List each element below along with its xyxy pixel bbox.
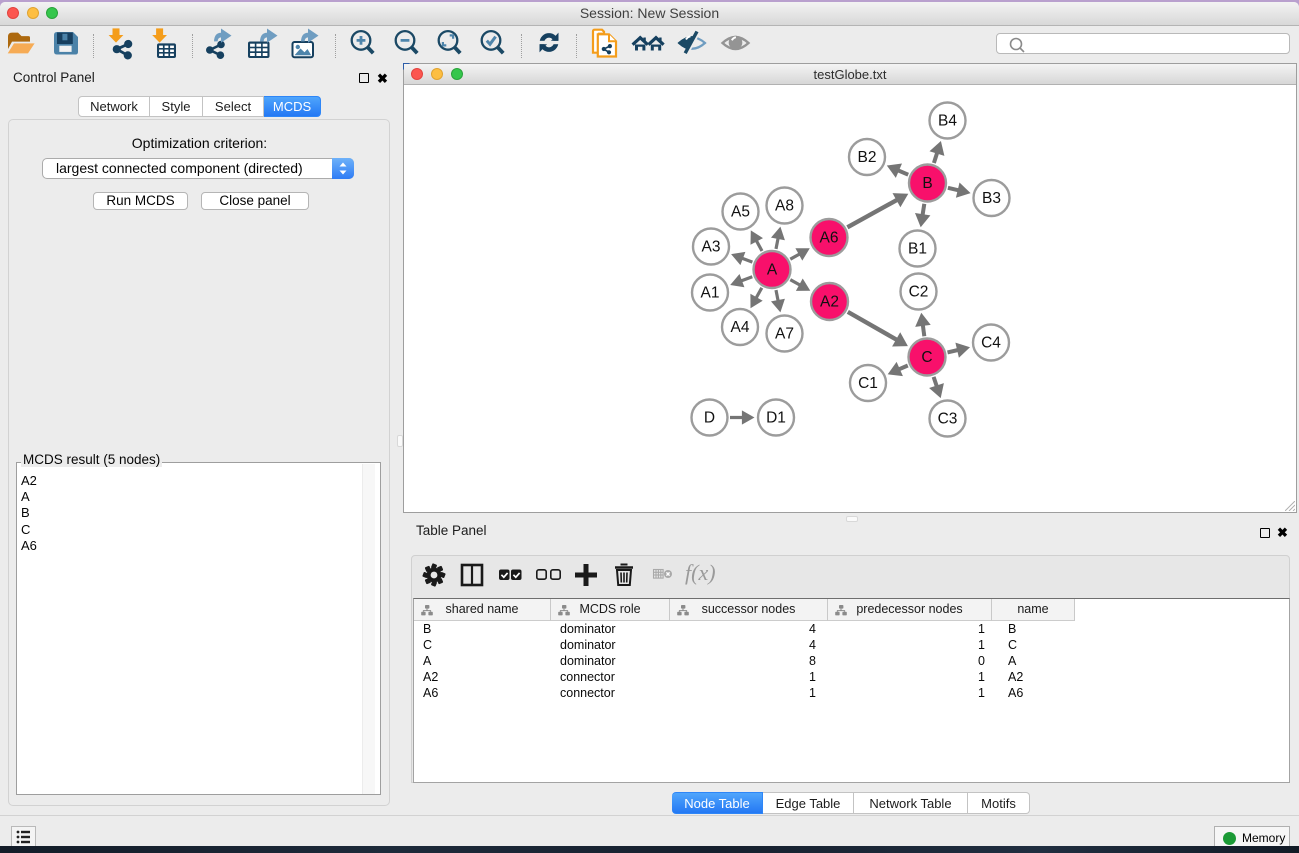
svg-text:A7: A7: [775, 326, 794, 343]
svg-text:A1: A1: [701, 285, 720, 302]
svg-text:C: C: [921, 349, 932, 366]
svg-text:B3: B3: [982, 190, 1001, 207]
svg-text:C2: C2: [909, 284, 929, 301]
svg-text:A2: A2: [820, 294, 839, 311]
svg-text:B4: B4: [938, 113, 957, 130]
svg-text:C3: C3: [938, 411, 958, 428]
svg-text:B2: B2: [858, 149, 877, 166]
svg-text:D: D: [704, 410, 715, 427]
svg-text:A8: A8: [775, 198, 794, 215]
svg-text:C1: C1: [858, 375, 878, 392]
svg-text:B: B: [922, 175, 932, 192]
svg-text:B1: B1: [908, 241, 927, 258]
svg-text:D1: D1: [766, 410, 786, 427]
svg-text:A4: A4: [731, 319, 750, 336]
svg-text:C4: C4: [981, 335, 1001, 352]
svg-text:A3: A3: [702, 239, 721, 256]
svg-text:A6: A6: [820, 230, 839, 247]
svg-text:A5: A5: [731, 204, 750, 221]
svg-text:A: A: [767, 262, 778, 279]
